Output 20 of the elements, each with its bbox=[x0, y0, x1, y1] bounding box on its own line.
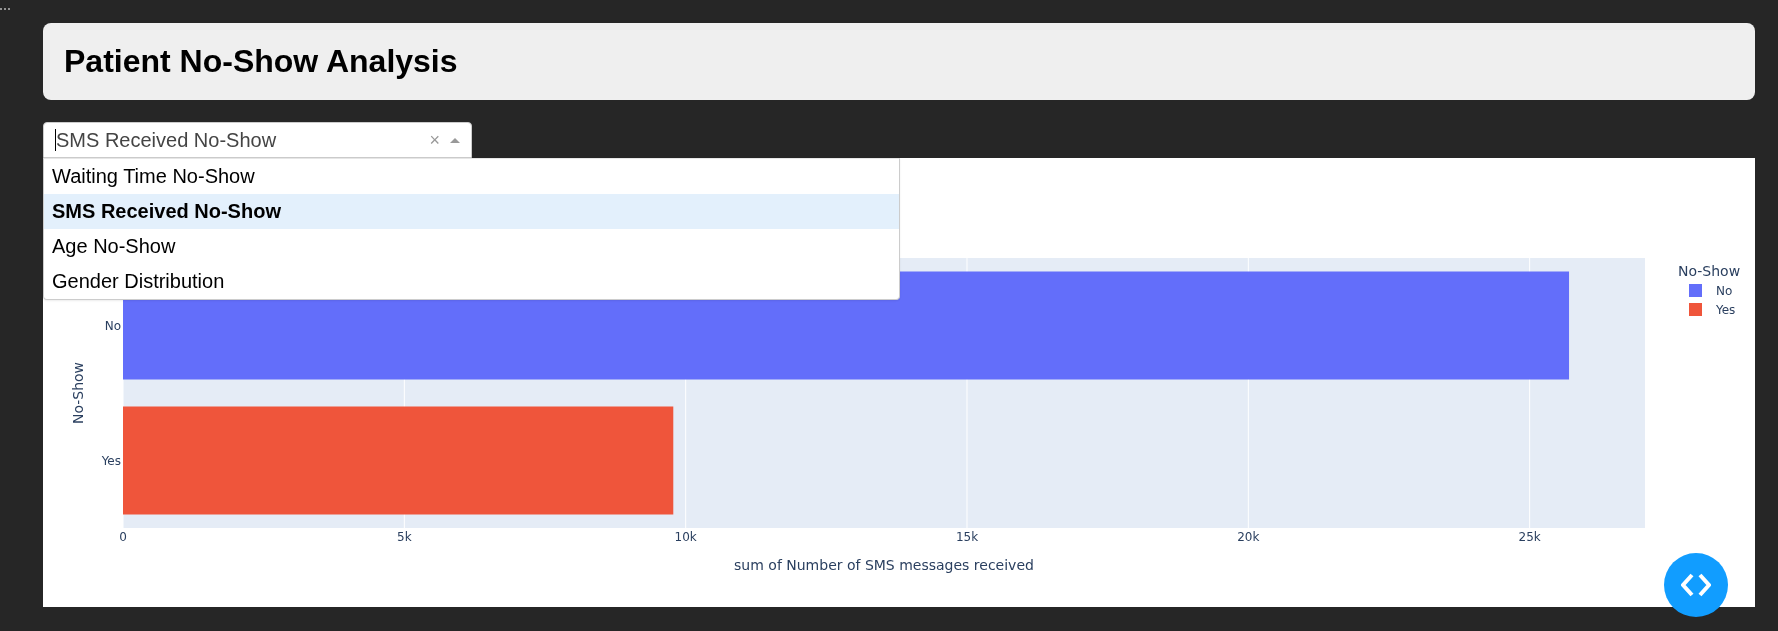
page-title: Patient No-Show Analysis bbox=[64, 43, 458, 80]
dropdown-option[interactable]: SMS Received No-Show bbox=[44, 194, 899, 229]
x-tick-label: 25k bbox=[1518, 530, 1541, 544]
legend-label[interactable]: Yes bbox=[1716, 303, 1736, 317]
x-tick-label: 15k bbox=[955, 530, 979, 544]
dropdown-select[interactable]: SMS Received No-Show × bbox=[43, 122, 472, 158]
x-tick-label: 0 bbox=[119, 530, 127, 544]
x-tick-label: 10k bbox=[674, 530, 697, 544]
dropdown-option[interactable]: Age No-Show bbox=[44, 229, 899, 264]
dropdown-option[interactable]: Waiting Time No-Show bbox=[44, 159, 899, 194]
legend-title: No-Show bbox=[1678, 263, 1741, 279]
x-tick-label: 20k bbox=[1237, 530, 1260, 544]
dropdown-option[interactable]: Gender Distribution bbox=[44, 264, 899, 299]
x-tick-label: 5k bbox=[397, 530, 412, 544]
y-tick-label: Yes bbox=[101, 453, 121, 468]
legend-label[interactable]: No bbox=[1716, 284, 1733, 298]
y-tick-label: No bbox=[104, 318, 121, 333]
y-axis-title: No-Show bbox=[70, 361, 86, 425]
code-icon bbox=[1681, 573, 1711, 597]
x-axis-title: sum of Number of SMS messages received bbox=[734, 557, 1034, 573]
